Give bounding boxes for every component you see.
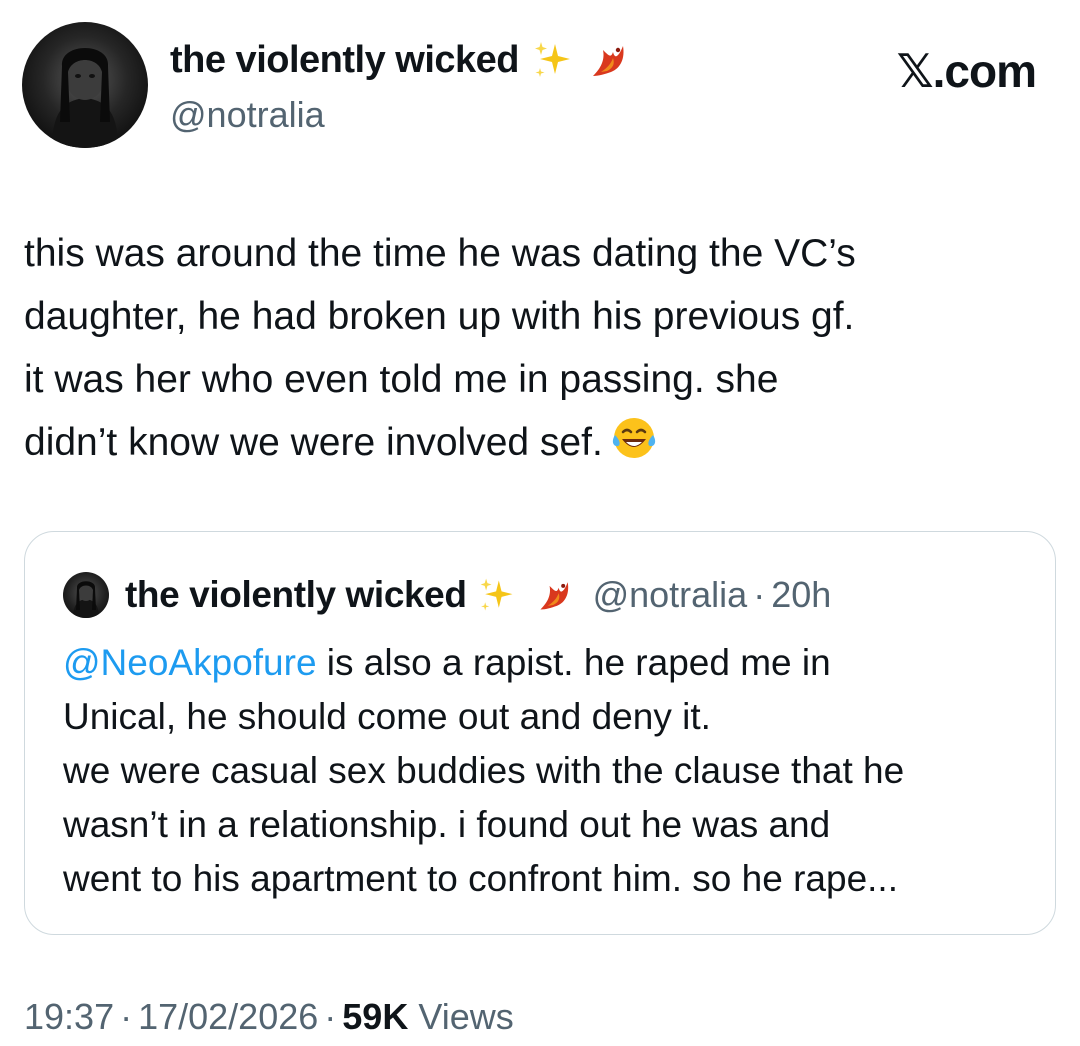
quoted-line: wasn’t in a relationship. i found out he… (63, 804, 831, 845)
quoted-author-avatar[interactable] (63, 572, 109, 618)
author-name-row: the violently wicked (170, 38, 631, 82)
author-avatar[interactable] (22, 22, 148, 148)
tweet-line: daughter, he had broken up with his prev… (24, 295, 855, 338)
laughing-emoji-icon (611, 415, 657, 480)
separator-dot: · (753, 574, 766, 615)
quoted-line: we were casual sex buddies with the clau… (63, 750, 905, 791)
separator-dot: · (120, 996, 133, 1037)
quoted-line-text: is also a rapist. he raped me in (316, 642, 831, 683)
quoted-tweet-text: @NeoAkpofure is also a rapist. he raped … (63, 636, 1043, 906)
author-name[interactable]: the violently wicked (170, 39, 520, 82)
sparkles-icon (531, 38, 575, 82)
tweet-line-last: didn’t know we were involved sef. (24, 411, 1059, 480)
tweet-time[interactable]: 19:37 (24, 996, 114, 1037)
quoted-tweet-header: the violently wicked @notralia · 20h (63, 572, 831, 618)
quoted-tweet-card[interactable]: the violently wicked @notralia · 20h @Ne… (24, 531, 1056, 935)
phoenix-icon (535, 575, 575, 615)
tweet-line: didn’t know we were involved sef. (24, 421, 603, 464)
views-label: Views (408, 996, 514, 1037)
tweet-line: this was around the time he was dating t… (24, 232, 856, 275)
tweet-screenshot: the violently wicked @notralia 𝕏.com thi… (0, 0, 1080, 1046)
quoted-author-name[interactable]: the violently wicked (125, 574, 467, 616)
mention-link[interactable]: @NeoAkpofure (63, 642, 317, 683)
tweet-line: it was her who even told me in passing. … (24, 358, 779, 401)
phoenix-icon (587, 38, 631, 82)
tweet-date[interactable]: 17/02/2026 (138, 996, 318, 1037)
quoted-line: went to his apartment to confront him. s… (63, 858, 898, 899)
quoted-line: @NeoAkpofure is also a rapist. he raped … (63, 636, 1043, 690)
tweet-text: this was around the time he was dating t… (24, 222, 1059, 480)
quoted-author-handle[interactable]: @notralia (593, 574, 748, 616)
author-handle[interactable]: @notralia (170, 94, 325, 136)
separator-dot: · (324, 996, 337, 1037)
tweet-meta: 19:37 · 17/02/2026 · 59K Views (24, 996, 514, 1038)
quoted-line: Unical, he should come out and deny it. (63, 696, 711, 737)
quoted-tweet-time[interactable]: 20h (771, 574, 831, 616)
sparkles-icon (477, 575, 517, 615)
views-count[interactable]: 59K (342, 996, 408, 1037)
x-brand-logo: 𝕏.com (896, 45, 1037, 97)
